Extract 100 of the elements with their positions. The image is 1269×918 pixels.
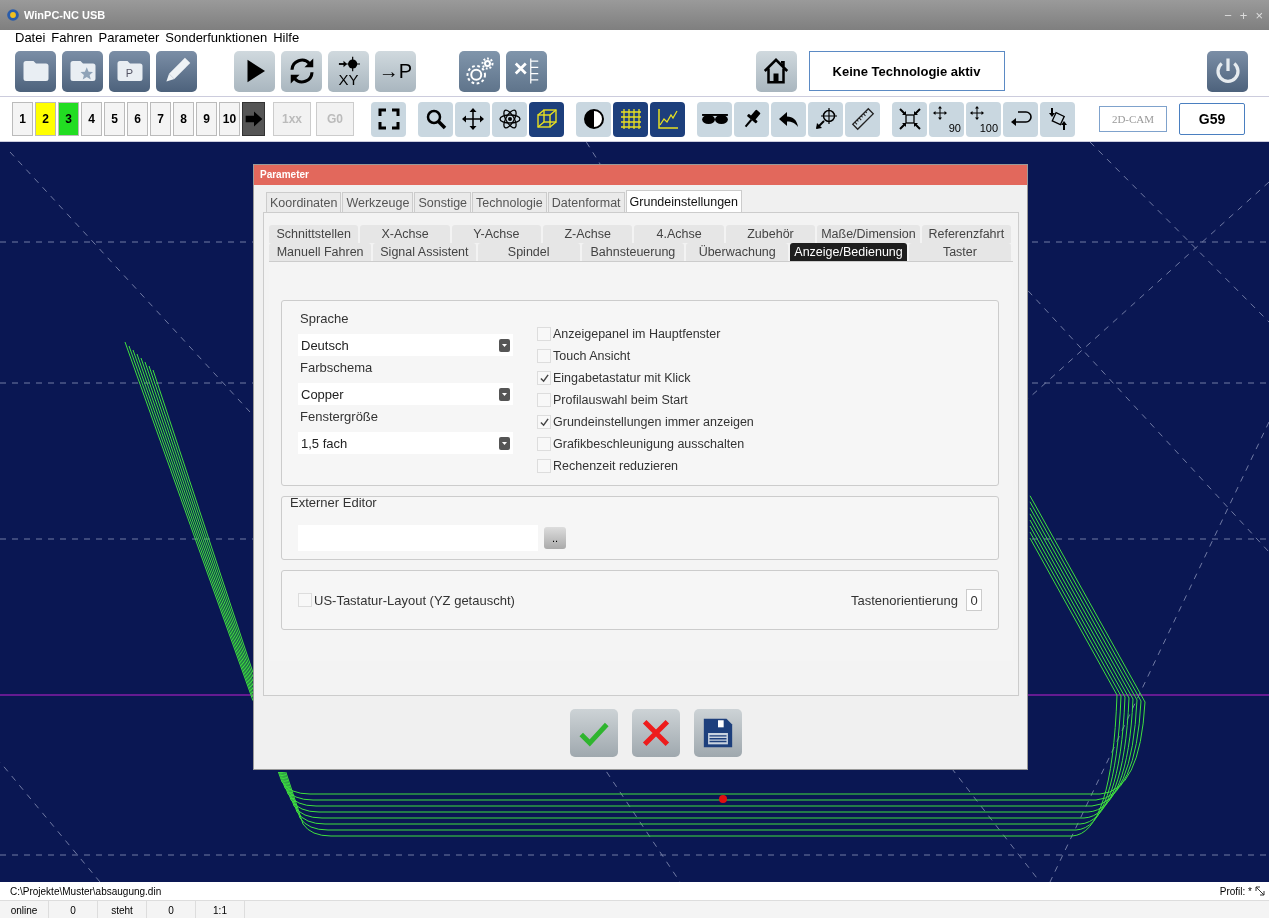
edit-button[interactable] <box>156 50 197 92</box>
tab[interactable]: Sonstige <box>414 192 472 212</box>
checkbox[interactable] <box>537 349 551 363</box>
menu-item[interactable]: Hilfe <box>273 30 300 46</box>
tools-list-button[interactable] <box>506 50 547 92</box>
menu-item[interactable]: Parameter <box>98 30 160 46</box>
tab[interactable]: Datenformat <box>547 192 625 212</box>
view-button[interactable] <box>892 101 927 137</box>
checkbox[interactable] <box>537 437 551 451</box>
cancel-button[interactable] <box>631 709 680 757</box>
favorites-button[interactable] <box>62 50 103 92</box>
number-button[interactable]: 4 <box>81 102 102 136</box>
start-button[interactable] <box>234 50 275 92</box>
option-label: Rechenzeit reduzieren <box>553 459 679 473</box>
position-marker <box>719 795 727 803</box>
number-button[interactable]: 6 <box>127 102 148 136</box>
dropdown[interactable]: Deutsch <box>298 334 513 356</box>
view-button[interactable] <box>808 101 843 137</box>
view-button[interactable] <box>845 101 880 137</box>
sub-tab[interactable]: 4.Achse <box>634 225 724 243</box>
park-button[interactable]: →P <box>375 50 416 92</box>
sub-tab[interactable]: Schnittstellen <box>269 225 359 243</box>
group-title: Externer Editor <box>290 495 377 510</box>
number-button[interactable]: 10 <box>219 102 240 136</box>
move-arrows-icon <box>933 105 947 120</box>
grid-icon <box>618 107 643 131</box>
view-button[interactable] <box>492 101 527 137</box>
menu-item[interactable]: Fahren <box>51 30 93 46</box>
tab[interactable]: Technologie <box>472 192 547 212</box>
refresh-button[interactable] <box>281 50 322 92</box>
dropdown[interactable]: 1,5 fach <box>298 432 513 454</box>
checkbox[interactable] <box>537 415 551 429</box>
view-button[interactable] <box>529 101 564 137</box>
checkbox[interactable] <box>537 459 551 473</box>
view-button[interactable]: 100 <box>966 101 1001 137</box>
project-folder-button[interactable]: P <box>109 50 150 92</box>
ruler-icon <box>850 107 875 131</box>
view-button[interactable] <box>1003 101 1038 137</box>
power-button[interactable] <box>1207 50 1248 92</box>
number-button[interactable]: 7 <box>150 102 171 136</box>
checkbox[interactable] <box>537 327 551 341</box>
view-button[interactable] <box>697 101 732 137</box>
checkbox[interactable] <box>537 393 551 407</box>
save-button[interactable] <box>693 709 742 757</box>
view-button[interactable] <box>734 101 769 137</box>
view-button[interactable] <box>650 101 685 137</box>
tab[interactable]: Koordinaten <box>266 192 342 212</box>
number-button[interactable]: 2 <box>35 102 56 136</box>
field-label: Sprache <box>300 311 350 326</box>
dropdown[interactable]: Copper <box>298 383 513 405</box>
view-button[interactable]: 90 <box>929 101 964 137</box>
number-button[interactable]: 9 <box>196 102 217 136</box>
checkbox[interactable] <box>537 371 551 385</box>
move-to-xy-button[interactable]: XY <box>328 50 369 92</box>
field-label: Tastenorientierung <box>851 592 958 608</box>
view-button[interactable] <box>371 101 406 137</box>
view-button[interactable] <box>418 101 453 137</box>
status-cell: online <box>0 901 49 918</box>
gears-icon <box>464 56 495 86</box>
open-file-button[interactable] <box>15 50 56 92</box>
number-button[interactable]: 8 <box>173 102 194 136</box>
sub-tab[interactable]: Maße/Dimension <box>817 225 920 243</box>
sub-tab[interactable]: Bahnsteuerung <box>581 243 685 261</box>
menu-item[interactable]: Sonderfunktionen <box>165 30 268 46</box>
sub-tab[interactable]: Taster <box>908 243 1012 261</box>
sub-tab[interactable]: Manuell Fahren <box>269 243 372 261</box>
view-button[interactable] <box>576 101 611 137</box>
sub-tab[interactable]: Überwachung <box>686 243 789 261</box>
option-label: Eingabetastatur mit Klick <box>553 371 691 385</box>
sub-tab[interactable]: Zubehör <box>725 225 816 243</box>
sub-tab[interactable]: Spindel <box>477 243 580 261</box>
sub-tab[interactable]: Anzeige/Bedienung <box>790 243 907 261</box>
sub-tab[interactable]: Z-Achse <box>543 225 633 243</box>
app-logo-icon <box>6 8 20 22</box>
view-button[interactable] <box>1040 101 1075 137</box>
next-button[interactable] <box>242 102 265 136</box>
view-button[interactable] <box>613 101 648 137</box>
view-button[interactable] <box>455 101 490 137</box>
settings-button[interactable] <box>459 50 500 92</box>
caret-icon <box>499 436 510 450</box>
browse-button[interactable]: .. <box>544 527 566 549</box>
sub-tab[interactable]: Referenzfahrt <box>921 225 1011 243</box>
view-button[interactable] <box>771 101 806 137</box>
offset-button[interactable]: G59 <box>1179 103 1245 135</box>
number-button[interactable]: 5 <box>104 102 125 136</box>
home-button[interactable] <box>755 50 797 92</box>
tab[interactable]: Grundeinstellungen <box>625 190 742 212</box>
sub-tab[interactable]: Signal Assistent <box>373 243 476 261</box>
orientation-field[interactable]: 0 <box>966 589 982 611</box>
option-label: Grafikbeschleunigung ausschalten <box>553 437 745 451</box>
number-button[interactable]: 1 <box>12 102 33 136</box>
tab[interactable]: Werkzeuge <box>342 192 414 212</box>
checkbox[interactable] <box>298 593 312 607</box>
graph-icon <box>655 107 680 131</box>
sub-tab[interactable]: X-Achse <box>360 225 450 243</box>
menu-item[interactable]: Datei <box>15 30 46 46</box>
number-button[interactable]: 3 <box>58 102 79 136</box>
glasses-icon <box>701 114 728 124</box>
sub-tab[interactable]: Y-Achse <box>451 225 542 243</box>
shrink-arrows-icon <box>897 107 922 131</box>
